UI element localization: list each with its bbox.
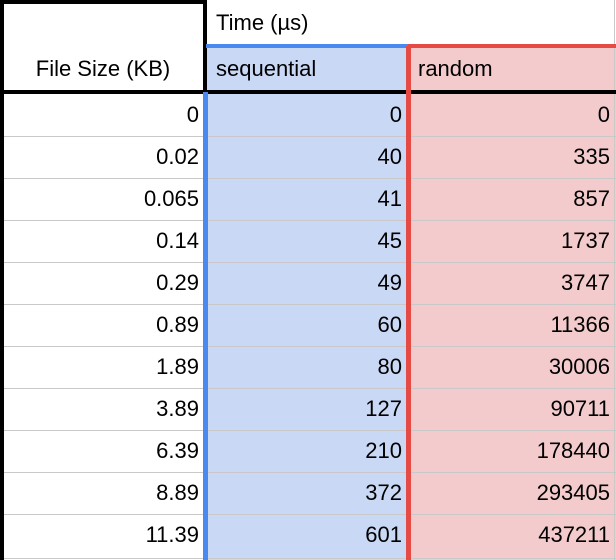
cell-file-size-value: 0.02 bbox=[156, 144, 199, 169]
sequential-top-accent bbox=[206, 44, 408, 48]
cell-sequential[interactable]: 601 bbox=[208, 514, 408, 556]
grid-line bbox=[0, 388, 616, 389]
cell-random[interactable]: 0 bbox=[411, 94, 616, 136]
grid-line bbox=[0, 262, 616, 263]
grid-line bbox=[0, 220, 616, 221]
cell-file-size[interactable]: 0.14 bbox=[4, 220, 205, 262]
cell-random[interactable]: 11366 bbox=[411, 304, 616, 346]
cell-random[interactable]: 1737 bbox=[411, 220, 616, 262]
cell-sequential-value: 41 bbox=[377, 186, 402, 211]
cell-sequential-value: 601 bbox=[365, 522, 402, 547]
cell-sequential-value: 0 bbox=[389, 102, 402, 127]
cell-sequential-value: 45 bbox=[377, 228, 402, 253]
random-top-accent bbox=[408, 44, 616, 48]
header-random-label: random bbox=[418, 56, 493, 81]
cell-sequential-value: 210 bbox=[365, 438, 402, 463]
header-sequential-label: sequential bbox=[216, 56, 317, 81]
cell-file-size-value: 0.14 bbox=[156, 228, 199, 253]
header-file-size[interactable]: File Size (KB) bbox=[0, 46, 206, 92]
grid-line bbox=[0, 136, 616, 137]
cell-random[interactable]: 335 bbox=[411, 136, 616, 178]
cell-file-size[interactable]: 0.065 bbox=[4, 178, 205, 220]
cell-random-value: 178440 bbox=[536, 438, 610, 463]
grid-line bbox=[0, 558, 616, 559]
cell-file-size-value: 0.065 bbox=[143, 186, 199, 211]
grid-line bbox=[0, 178, 616, 179]
cell-random-value: 30006 bbox=[548, 354, 610, 379]
cell-random[interactable]: 178440 bbox=[411, 430, 616, 472]
header-file-size-label: File Size (KB) bbox=[35, 56, 171, 81]
cell-sequential[interactable]: 40 bbox=[208, 136, 408, 178]
cell-random[interactable]: 293405 bbox=[411, 472, 616, 514]
grid-line bbox=[0, 514, 616, 515]
cell-sequential-value: 49 bbox=[377, 270, 402, 295]
cell-random[interactable]: 30006 bbox=[411, 346, 616, 388]
header-group-label: Time (µs) bbox=[216, 10, 309, 35]
cell-random-value: 3747 bbox=[561, 270, 610, 295]
cell-random-value: 437211 bbox=[538, 522, 610, 547]
cell-file-size[interactable]: 0.02 bbox=[4, 136, 205, 178]
cell-random-value: 1737 bbox=[561, 228, 610, 253]
cell-file-size-value: 0.29 bbox=[156, 270, 199, 295]
random-left-accent bbox=[406, 46, 411, 560]
cell-file-size-value: 3.89 bbox=[156, 396, 199, 421]
cell-file-size[interactable]: 0.29 bbox=[4, 262, 205, 304]
cell-file-size[interactable]: 0 bbox=[4, 94, 205, 136]
cell-sequential[interactable]: 0 bbox=[208, 94, 408, 136]
cell-random[interactable]: 90711 bbox=[411, 388, 616, 430]
cell-sequential-value: 372 bbox=[365, 480, 402, 505]
cell-random[interactable]: 3747 bbox=[411, 262, 616, 304]
cell-file-size-value: 6.39 bbox=[156, 438, 199, 463]
cell-random-value: 11366 bbox=[550, 312, 610, 337]
border-top bbox=[0, 0, 206, 4]
header-group-time[interactable]: Time (µs) bbox=[206, 0, 616, 46]
border-header-bottom bbox=[0, 90, 616, 94]
grid-line bbox=[0, 430, 616, 431]
cell-random-value: 857 bbox=[573, 186, 610, 211]
cell-file-size-value: 11.39 bbox=[145, 522, 199, 547]
cell-random[interactable]: 857 bbox=[411, 178, 616, 220]
spreadsheet-table: Time (µs) File Size (KB) sequential rand… bbox=[0, 0, 616, 560]
cell-sequential[interactable]: 49 bbox=[208, 262, 408, 304]
cell-sequential-value: 40 bbox=[377, 144, 402, 169]
grid-line bbox=[0, 346, 616, 347]
cell-sequential-value: 127 bbox=[365, 396, 402, 421]
grid-line bbox=[614, 0, 615, 560]
cell-file-size[interactable]: 6.39 bbox=[4, 430, 205, 472]
cell-file-size[interactable]: 11.39 bbox=[4, 514, 205, 556]
cell-sequential[interactable]: 60 bbox=[208, 304, 408, 346]
cell-file-size[interactable]: 8.89 bbox=[4, 472, 205, 514]
cell-random-value: 90711 bbox=[550, 396, 610, 421]
grid-line bbox=[0, 472, 616, 473]
cell-sequential[interactable]: 41 bbox=[208, 178, 408, 220]
cell-sequential[interactable]: 45 bbox=[208, 220, 408, 262]
cell-file-size-value: 1.89 bbox=[156, 354, 199, 379]
grid-line bbox=[0, 304, 616, 305]
cell-file-size[interactable]: 3.89 bbox=[4, 388, 205, 430]
border-left bbox=[0, 0, 4, 560]
cell-file-size-value: 0.89 bbox=[156, 312, 199, 337]
cell-file-size-value: 0 bbox=[186, 102, 199, 127]
cell-file-size[interactable]: 0.89 bbox=[4, 304, 205, 346]
cell-random-value: 0 bbox=[597, 102, 610, 127]
cell-random-value: 335 bbox=[573, 144, 610, 169]
cell-sequential-value: 80 bbox=[377, 354, 402, 379]
header-random[interactable]: random bbox=[408, 46, 616, 92]
cell-file-size-value: 8.89 bbox=[156, 480, 199, 505]
cell-random-value: 293405 bbox=[536, 480, 610, 505]
cell-sequential-value: 60 bbox=[377, 312, 402, 337]
cell-sequential[interactable]: 80 bbox=[208, 346, 408, 388]
cell-sequential[interactable]: 127 bbox=[208, 388, 408, 430]
cell-file-size[interactable]: 1.89 bbox=[4, 346, 205, 388]
cell-sequential[interactable]: 210 bbox=[208, 430, 408, 472]
header-sequential[interactable]: sequential bbox=[206, 46, 408, 92]
cell-sequential[interactable]: 372 bbox=[208, 472, 408, 514]
sequential-left-accent bbox=[203, 92, 208, 560]
cell-random[interactable]: 437211 bbox=[411, 514, 616, 556]
